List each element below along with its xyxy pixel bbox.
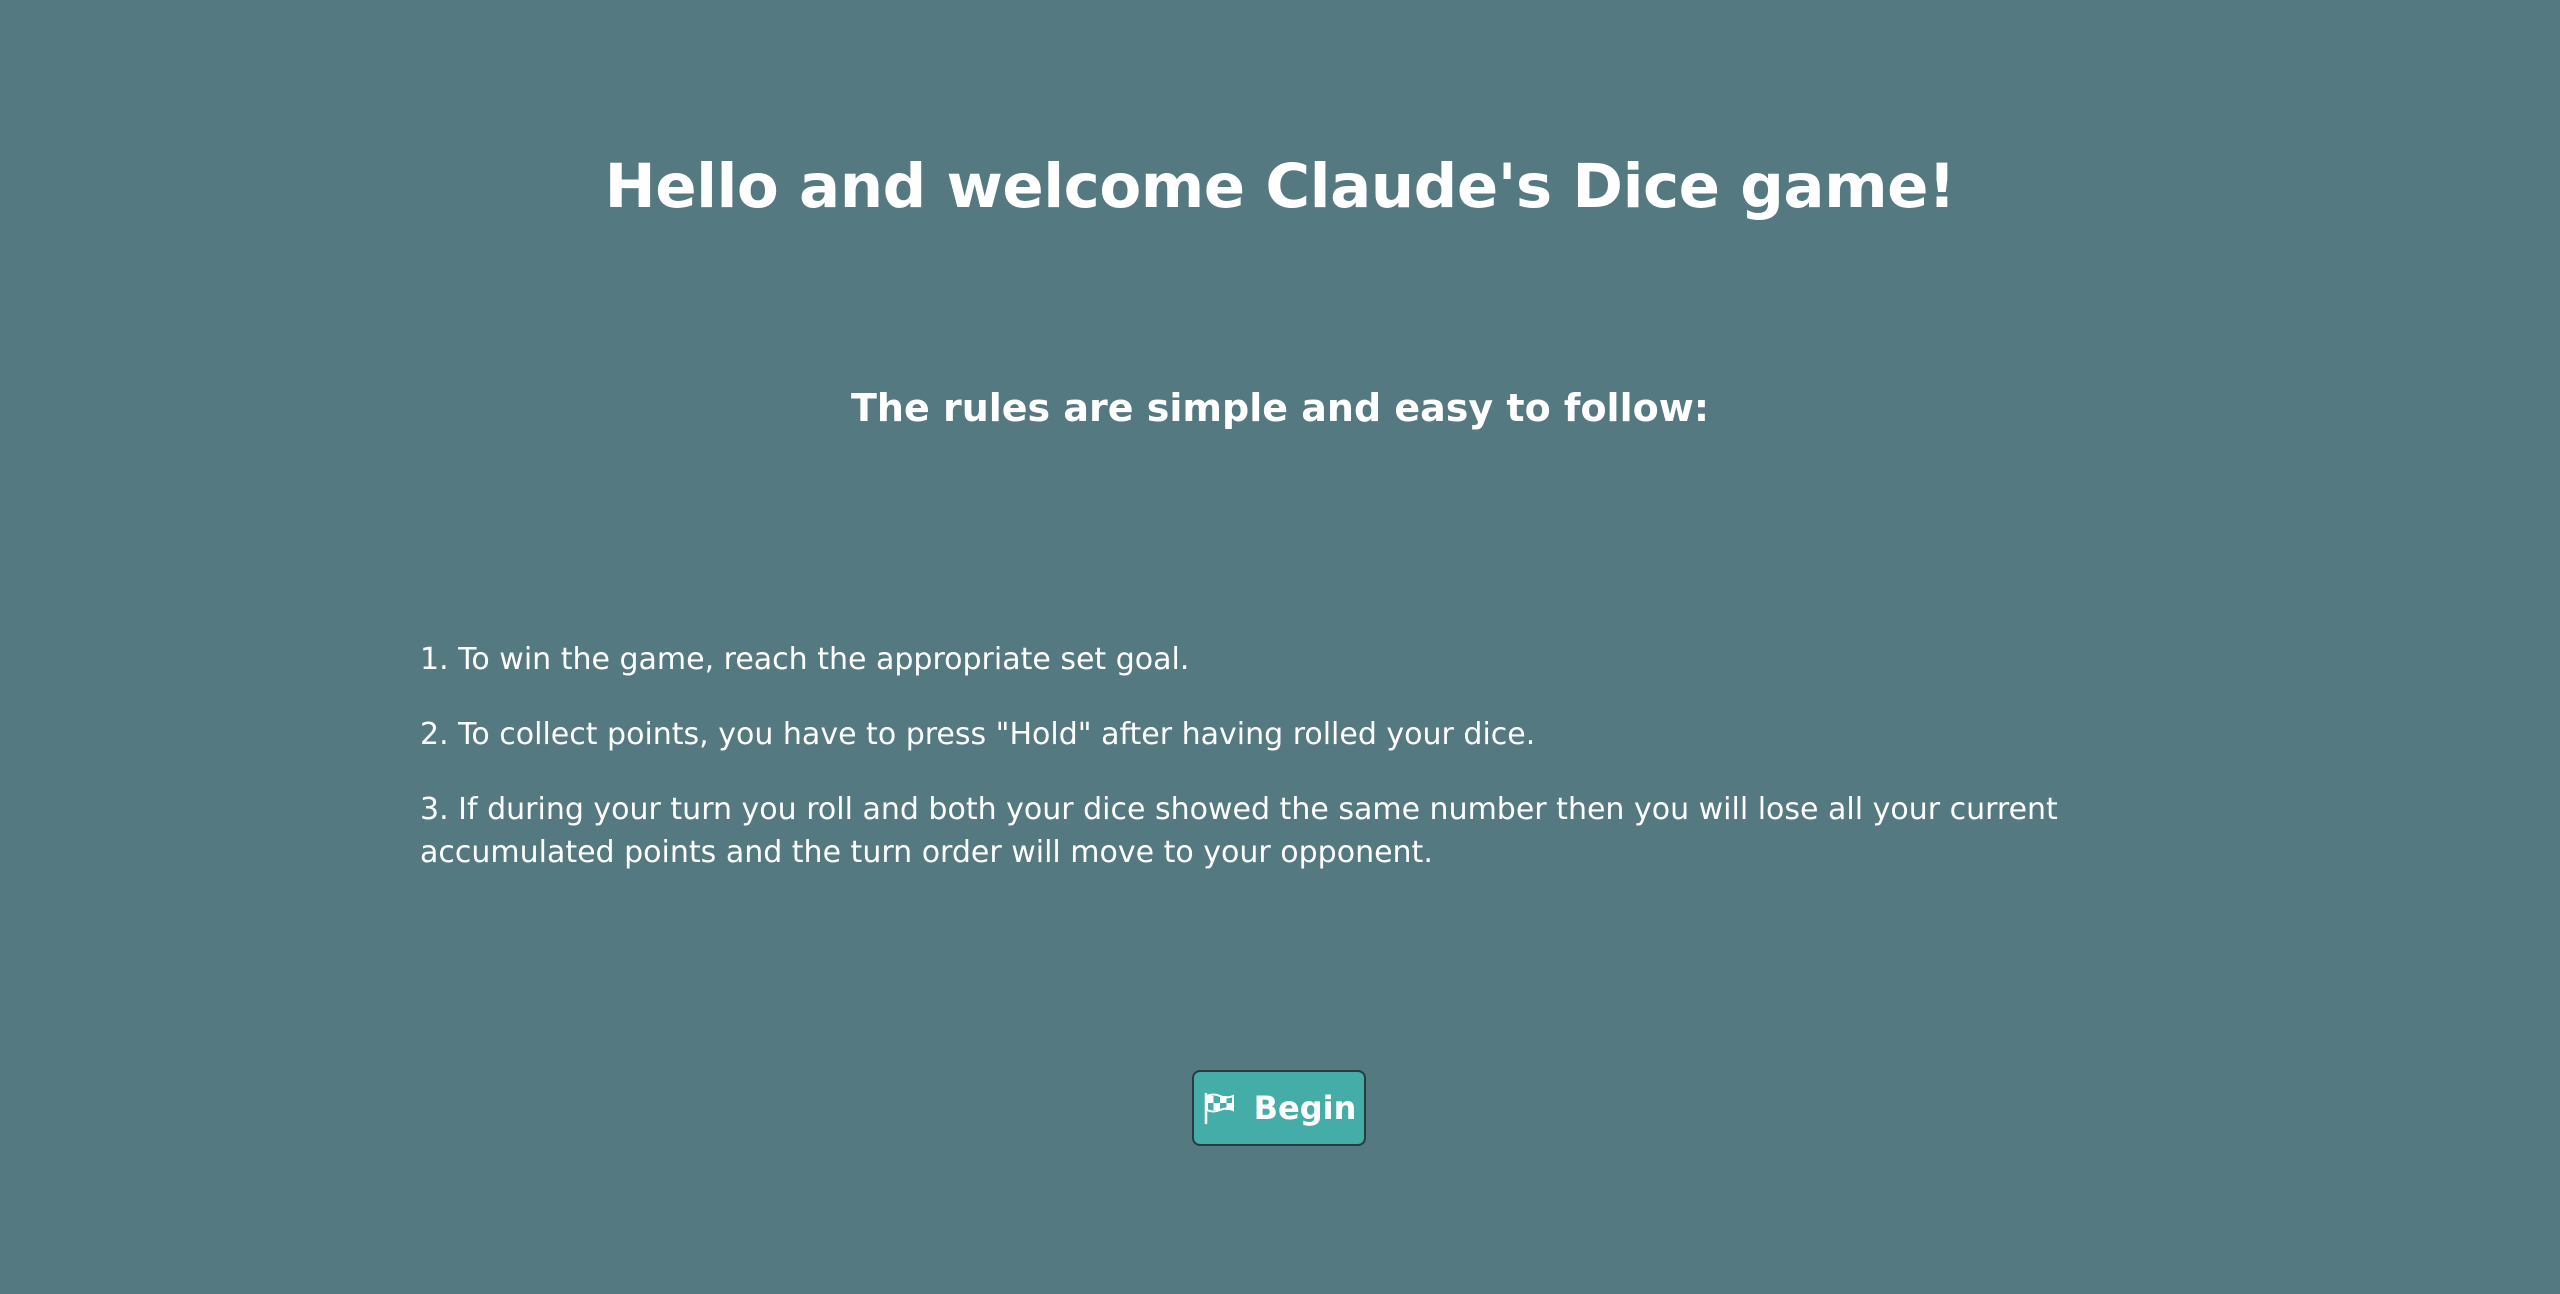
rule-item: 1. To win the game, reach the appropriat… [420, 642, 1190, 677]
rules-heading: The rules are simple and easy to follow: [850, 386, 1710, 430]
page-title: Hello and welcome Claude's Dice game! [604, 151, 1956, 222]
rule-item: 2. To collect points, you have to press … [420, 717, 1536, 752]
welcome-screen: Hello and welcome Claude's Dice game! Th… [0, 0, 2560, 1294]
begin-button-label: Begin [1253, 1089, 1357, 1127]
rules-list: 1. To win the game, reach the appropriat… [420, 638, 2160, 906]
rule-item: 3. If during your turn you roll and both… [420, 792, 2058, 870]
checkered-flag-icon [1202, 1091, 1236, 1125]
begin-button[interactable]: Begin [1192, 1070, 1366, 1146]
